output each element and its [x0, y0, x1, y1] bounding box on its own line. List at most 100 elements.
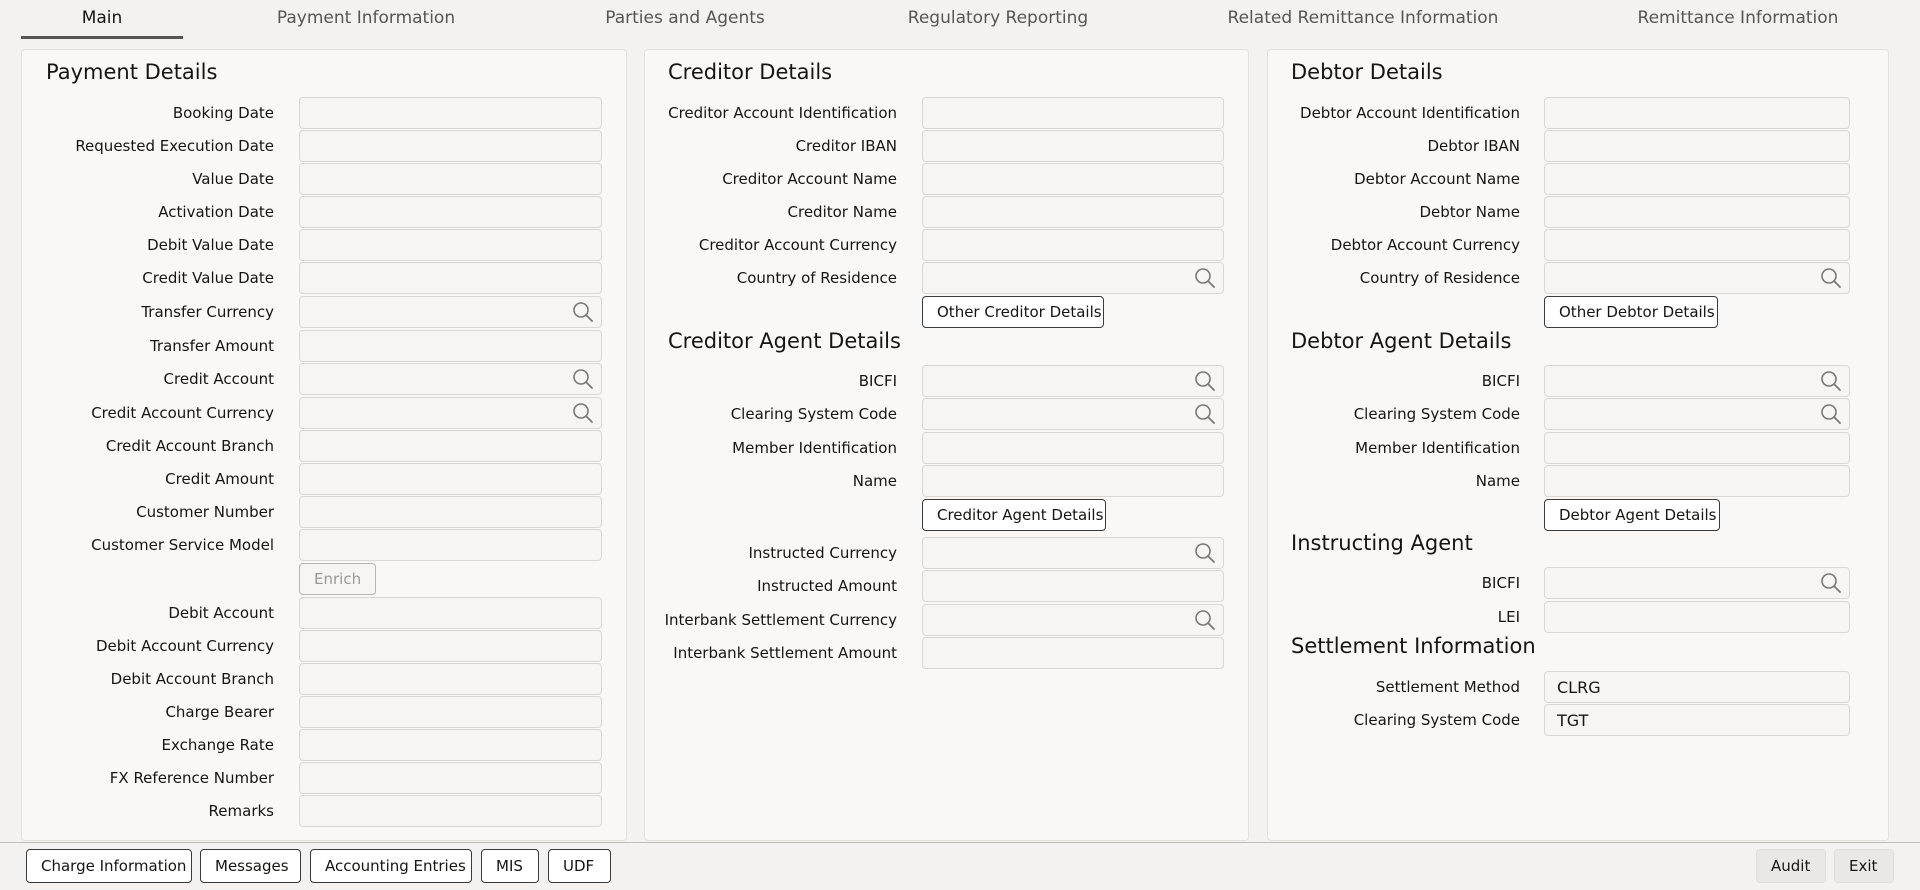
tab-related-remittance-information[interactable]: Related Remittance Information — [1225, 6, 1501, 39]
charge-information-button[interactable]: Charge Information — [26, 849, 192, 883]
tab-payment-information[interactable]: Payment Information — [256, 6, 476, 39]
exchange-rate-input[interactable] — [299, 729, 602, 761]
debit-value-date-input[interactable] — [299, 229, 602, 261]
tab-regulatory-reporting[interactable]: Regulatory Reporting — [899, 6, 1097, 39]
credit-amount-input[interactable] — [299, 463, 602, 495]
debtor-account-currency-label: Debtor Account Currency — [1330, 236, 1520, 254]
transfer-amount-input[interactable] — [299, 330, 602, 362]
customer-service-model-input[interactable] — [299, 529, 602, 561]
fx-reference-number-input[interactable] — [299, 762, 602, 794]
clearing-system-code-input[interactable] — [1544, 704, 1850, 736]
member-identification-input[interactable] — [1544, 432, 1850, 464]
instructed-currency-label: Instructed Currency — [748, 544, 897, 562]
other-debtor-details-button[interactable]: Other Debtor Details — [1544, 296, 1718, 328]
member-identification-label: Member Identification — [732, 439, 897, 457]
credit-account-label: Credit Account — [163, 370, 274, 388]
charge-bearer-input[interactable] — [299, 696, 602, 728]
bicfi-search-icon[interactable] — [1820, 370, 1842, 392]
exit-button[interactable]: Exit — [1834, 849, 1894, 883]
settlement-method-label: Settlement Method — [1375, 678, 1520, 696]
debtor-name-input[interactable] — [1544, 196, 1850, 228]
mis-button[interactable]: MIS — [481, 849, 539, 883]
interbank-settlement-amount-input[interactable] — [922, 637, 1224, 669]
debit-account-currency-input[interactable] — [299, 630, 602, 662]
remarks-input[interactable] — [299, 795, 602, 827]
name-input[interactable] — [922, 465, 1224, 497]
clearing-system-code-search-icon[interactable] — [1194, 403, 1216, 425]
instructed-currency-input[interactable] — [922, 537, 1224, 569]
enrich-button[interactable]: Enrich — [299, 563, 376, 595]
transfer-currency-search-icon[interactable] — [572, 301, 594, 323]
debtor-account-identification-input[interactable] — [1544, 97, 1850, 129]
debtor-agent-details-title: Debtor Agent Details — [1291, 329, 1512, 353]
creditor-account-name-input[interactable] — [922, 163, 1224, 195]
country-of-residence-input[interactable] — [1544, 262, 1850, 294]
bicfi-label: BICFI — [1481, 372, 1520, 390]
audit-button[interactable]: Audit — [1756, 849, 1826, 883]
requested-execution-date-input[interactable] — [299, 130, 602, 162]
credit-account-search-icon[interactable] — [572, 368, 594, 390]
instructed-amount-input[interactable] — [922, 570, 1224, 602]
clearing-system-code-label: Clearing System Code — [1353, 711, 1520, 729]
debtor-account-currency-input[interactable] — [1544, 229, 1850, 261]
bicfi-input[interactable] — [922, 365, 1224, 397]
credit-account-input[interactable] — [299, 363, 602, 395]
member-identification-label: Member Identification — [1355, 439, 1520, 457]
lei-input[interactable] — [1544, 601, 1850, 633]
debit-account-currency-label: Debit Account Currency — [95, 637, 274, 655]
settlement-information-title: Settlement Information — [1291, 634, 1536, 658]
customer-number-input[interactable] — [299, 496, 602, 528]
country-of-residence-label: Country of Residence — [736, 269, 897, 287]
name-input[interactable] — [1544, 465, 1850, 497]
accounting-entries-button[interactable]: Accounting Entries — [310, 849, 472, 883]
clearing-system-code-search-icon[interactable] — [1820, 403, 1842, 425]
bicfi-input[interactable] — [1544, 365, 1850, 397]
transfer-currency-input[interactable] — [299, 296, 602, 328]
bicfi-input[interactable] — [1544, 567, 1850, 599]
debit-account-branch-input[interactable] — [299, 663, 602, 695]
activation-date-input[interactable] — [299, 196, 602, 228]
credit-amount-label: Credit Amount — [165, 470, 274, 488]
debit-account-label: Debit Account — [168, 604, 274, 622]
value-date-input[interactable] — [299, 163, 602, 195]
debit-account-input[interactable] — [299, 597, 602, 629]
creditor-account-currency-input[interactable] — [922, 229, 1224, 261]
interbank-settlement-currency-input[interactable] — [922, 604, 1224, 636]
debtor-name-label: Debtor Name — [1419, 203, 1520, 221]
debtor-agent-details-button[interactable]: Debtor Agent Details — [1544, 499, 1720, 531]
creditor-account-identification-input[interactable] — [922, 97, 1224, 129]
country-of-residence-search-icon[interactable] — [1820, 267, 1842, 289]
credit-value-date-input[interactable] — [299, 262, 602, 294]
debtor-iban-label: Debtor IBAN — [1427, 137, 1521, 155]
interbank-settlement-currency-search-icon[interactable] — [1194, 609, 1216, 631]
debit-value-date-label: Debit Value Date — [147, 236, 274, 254]
value-date-label: Value Date — [192, 170, 274, 188]
udf-button[interactable]: UDF — [548, 849, 611, 883]
bicfi-search-icon[interactable] — [1194, 370, 1216, 392]
bicfi-label: BICFI — [858, 372, 897, 390]
creditor-iban-label: Creditor IBAN — [795, 137, 897, 155]
credit-account-currency-search-icon[interactable] — [572, 402, 594, 424]
credit-account-currency-input[interactable] — [299, 397, 602, 429]
instructed-currency-search-icon[interactable] — [1194, 542, 1216, 564]
creditor-agent-details-button[interactable]: Creditor Agent Details — [922, 499, 1106, 531]
creditor-name-input[interactable] — [922, 196, 1224, 228]
instructing-agent-title: Instructing Agent — [1291, 531, 1473, 555]
tab-remittance-information[interactable]: Remittance Information — [1630, 6, 1846, 39]
other-creditor-details-button[interactable]: Other Creditor Details — [922, 296, 1104, 328]
member-identification-input[interactable] — [922, 432, 1224, 464]
clearing-system-code-input[interactable] — [922, 398, 1224, 430]
bicfi-search-icon[interactable] — [1820, 572, 1842, 594]
settlement-method-input[interactable] — [1544, 671, 1850, 703]
tab-parties-and-agents[interactable]: Parties and Agents — [590, 6, 780, 39]
creditor-iban-input[interactable] — [922, 130, 1224, 162]
clearing-system-code-input[interactable] — [1544, 398, 1850, 430]
booking-date-input[interactable] — [299, 97, 602, 129]
country-of-residence-input[interactable] — [922, 262, 1224, 294]
messages-button[interactable]: Messages — [200, 849, 301, 883]
debtor-account-name-input[interactable] — [1544, 163, 1850, 195]
tab-main[interactable]: Main — [21, 6, 183, 39]
debtor-iban-input[interactable] — [1544, 130, 1850, 162]
country-of-residence-search-icon[interactable] — [1194, 267, 1216, 289]
credit-account-branch-input[interactable] — [299, 430, 602, 462]
